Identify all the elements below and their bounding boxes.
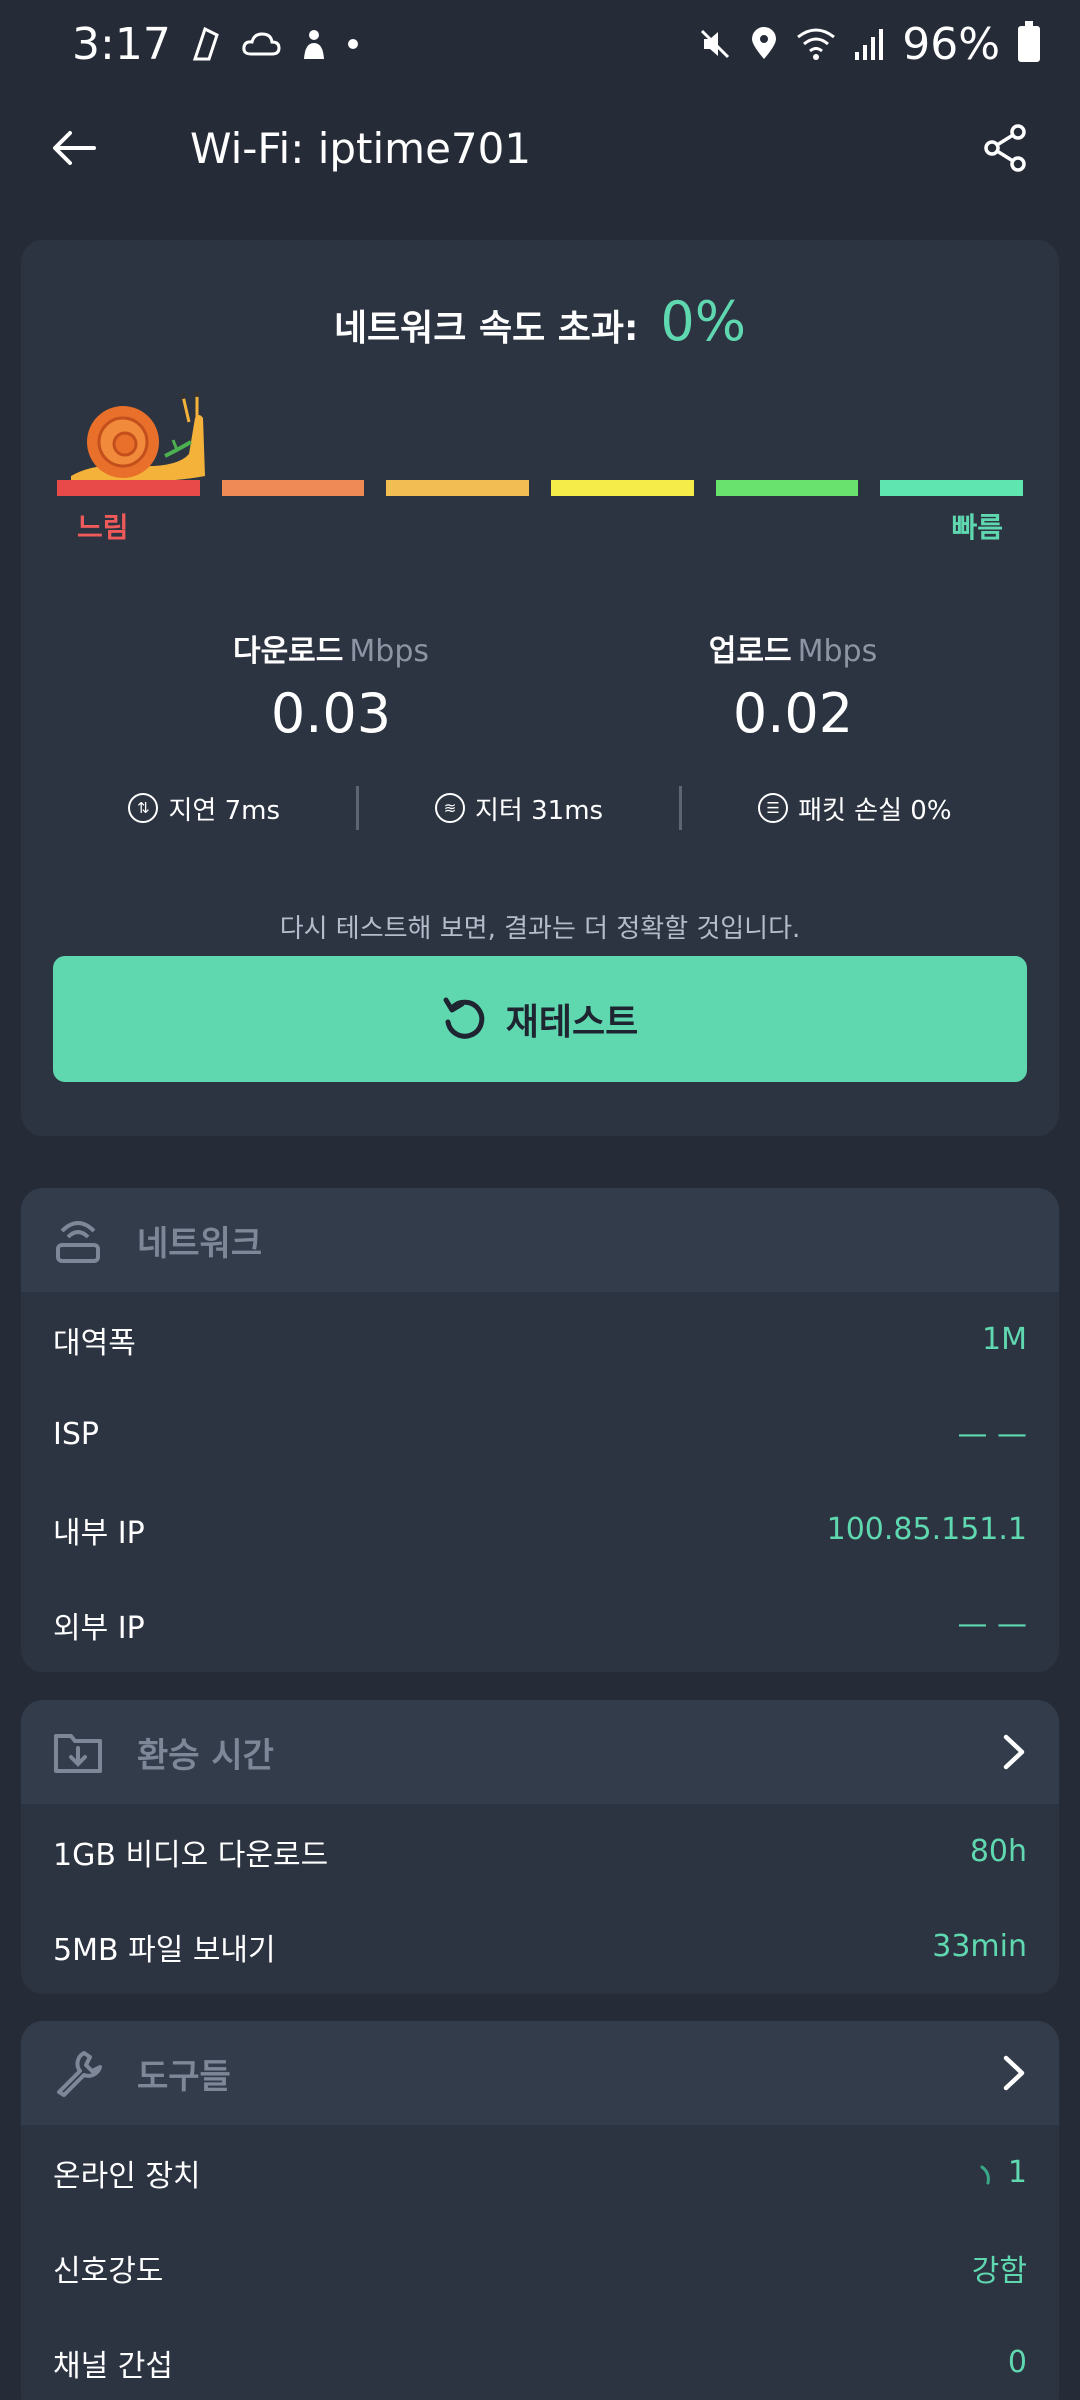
wifi-icon	[796, 27, 836, 61]
slow-label: 느림	[77, 511, 129, 544]
headline-label: 네트워크 속도 초과:	[333, 308, 639, 349]
packet-loss-stat: ☰ 패킷 손실 0%	[682, 790, 1027, 827]
wrench-icon	[53, 2048, 103, 2098]
row-label: 신호강도	[53, 2253, 164, 2289]
download-metric: 다운로드 Mbps 0.03	[181, 626, 481, 745]
speed-result-card: 네트워크 속도 초과: 0% 느림 빠름 다운로드 Mbps 0.03 업로드 Mb…	[21, 240, 1059, 1136]
speed-scale-segment	[880, 480, 1024, 496]
row-value: — —	[957, 1607, 1027, 1642]
download-unit: Mbps	[349, 634, 429, 669]
row-value: 80h	[969, 1834, 1027, 1869]
network-header: 네트워크	[21, 1188, 1059, 1292]
speed-scale-segment	[551, 480, 694, 496]
row-label: 대역폭	[53, 1325, 136, 1361]
tools-card: 도구들 온라인 장치 1 신호강도 강함 채널 간섭 0	[21, 2021, 1059, 2400]
row-label: 내부 IP	[53, 1515, 145, 1551]
retest-label: 재테스트	[505, 1002, 639, 1043]
video-download-row: 1GB 비디오 다운로드 80h	[21, 1804, 1059, 1899]
loading-spinner-icon	[980, 2165, 990, 2184]
signal-strength-row: 신호강도 강함	[21, 2220, 1059, 2315]
speed-scale-segment	[715, 480, 859, 496]
snail-icon	[71, 392, 205, 483]
transfer-time-card: 환승 시간 1GB 비디오 다운로드 80h 5MB 파일 보내기 33min	[21, 1700, 1059, 1994]
back-button[interactable]	[42, 116, 106, 180]
transfer-title: 환승 시간	[137, 1735, 274, 1776]
retest-hint: 다시 테스트해 보면, 결과는 더 정확할 것입니다.	[279, 914, 801, 944]
upload-value: 0.02	[732, 682, 854, 745]
tools-title: 도구들	[137, 2056, 231, 2097]
headline-value: 0%	[660, 290, 747, 353]
speed-scale-segment	[221, 480, 365, 496]
chevron-right-icon	[1003, 2055, 1025, 2091]
stats-row: ⇅ 지연 7ms ≋ 지터 31ms ☰ 패킷 손실 0%	[21, 786, 1059, 830]
packet-loss-text: 패킷 손실 0%	[798, 795, 952, 826]
share-button[interactable]	[974, 116, 1038, 180]
speed-scale-segment	[386, 480, 530, 496]
upload-label: 업로드	[708, 634, 792, 669]
arrow-left-icon	[53, 131, 96, 165]
speed-scale	[57, 480, 1024, 496]
internal-ip-row: 내부 IP 100.85.151.1	[21, 1482, 1059, 1577]
status-bar: 3:17 96%	[0, 0, 1080, 88]
router-icon	[53, 1215, 103, 1265]
row-value: 100.85.151.1	[826, 1512, 1027, 1547]
row-value: 33min	[932, 1929, 1027, 1964]
download-value: 0.03	[270, 682, 392, 745]
row-value: 1	[978, 2155, 1027, 2190]
network-card: 네트워크 대역폭 1M ISP — — 내부 IP 100.85.151.1 외…	[21, 1188, 1059, 1672]
latency-text: 지연 7ms	[168, 795, 280, 826]
app-bar: Wi-Fi: iptime701	[0, 88, 1080, 208]
battery-icon	[1018, 21, 1040, 62]
tools-header[interactable]: 도구들	[21, 2021, 1059, 2125]
row-label: 온라인 장치	[53, 2158, 201, 2194]
online-devices-row: 온라인 장치 1	[21, 2125, 1059, 2220]
row-value: 1M	[982, 1322, 1027, 1357]
fast-label: 빠름	[951, 511, 1003, 544]
status-time: 3:17	[72, 18, 171, 70]
file-send-row: 5MB 파일 보내기 33min	[21, 1899, 1059, 1994]
upload-metric: 업로드 Mbps 0.02	[643, 626, 943, 745]
jitter-stat: ≋ 지터 31ms	[359, 790, 679, 827]
refresh-icon	[443, 997, 485, 1039]
row-label: 5MB 파일 보내기	[53, 1932, 276, 1968]
page-title: Wi-Fi: iptime701	[190, 123, 532, 173]
location-icon	[750, 27, 778, 61]
external-ip-row: 외부 IP — —	[21, 1577, 1059, 1672]
row-value: 0	[1007, 2345, 1027, 2380]
row-label: 외부 IP	[53, 1610, 145, 1646]
download-label: 다운로드	[232, 634, 344, 669]
row-label: 1GB 비디오 다운로드	[53, 1837, 329, 1873]
upload-unit: Mbps	[797, 634, 878, 669]
jitter-icon: ≋	[435, 793, 465, 823]
packet-loss-icon: ☰	[758, 793, 789, 823]
row-label: ISP	[53, 1417, 99, 1452]
share-icon	[984, 124, 1026, 172]
signal-icon	[854, 28, 884, 60]
battery-percent: 96%	[902, 18, 1000, 70]
channel-interference-row: 채널 간섭 0	[21, 2315, 1059, 2400]
transfer-header[interactable]: 환승 시간	[21, 1700, 1059, 1804]
app-notification-icon	[299, 27, 329, 61]
chevron-right-icon	[1003, 1734, 1025, 1770]
speed-headline: 네트워크 속도 초과: 0%	[21, 290, 1059, 353]
speed-scale-segment	[57, 480, 200, 496]
latency-icon: ⇅	[128, 793, 159, 823]
row-label: 채널 간섭	[53, 2348, 173, 2384]
network-title: 네트워크	[137, 1223, 263, 1264]
latency-stat: ⇅ 지연 7ms	[52, 790, 356, 827]
jitter-text: 지터 31ms	[475, 795, 604, 826]
online-devices-value: 1	[1007, 2155, 1027, 2190]
notification-icon	[189, 25, 223, 63]
bandwidth-row: 대역폭 1M	[21, 1292, 1059, 1387]
dot-icon	[347, 38, 359, 50]
retest-button[interactable]: 재테스트	[53, 956, 1027, 1082]
row-value: 강함	[971, 2253, 1027, 2289]
row-value: — —	[957, 1417, 1027, 1452]
folder-download-icon	[53, 1727, 103, 1777]
cloud-icon	[241, 30, 281, 58]
mute-icon	[698, 27, 732, 61]
isp-row: ISP — —	[21, 1387, 1059, 1482]
